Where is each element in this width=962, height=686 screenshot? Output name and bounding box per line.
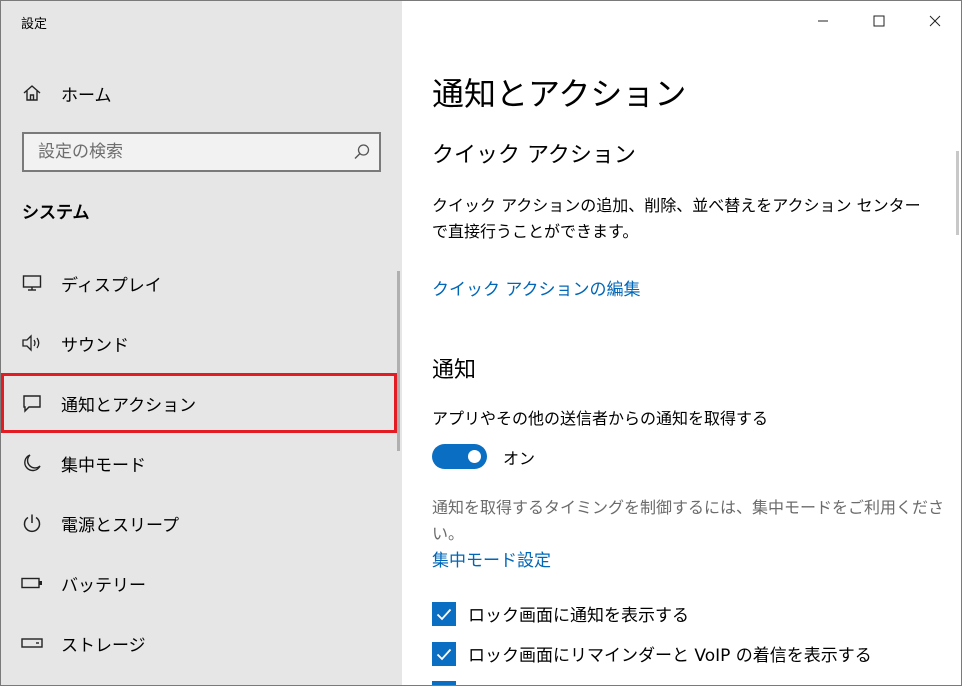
speaker-icon: [21, 332, 43, 354]
sidebar-item-display[interactable]: ディスプレイ: [1, 253, 397, 313]
sidebar-item-label: 電源とスリープ: [61, 515, 179, 536]
storage-icon: [21, 632, 43, 654]
section-title: システム: [22, 203, 90, 223]
checkbox-row[interactable]: ロック画面に通知を表示する: [432, 601, 689, 626]
sidebar-item-notifications[interactable]: 通知とアクション: [1, 373, 397, 433]
minimize-button[interactable]: [795, 1, 851, 41]
focus-assist-hint: 通知を取得するタイミングを制御するには、集中モードをご利用ください。: [432, 498, 945, 543]
checkmark-icon: [436, 648, 452, 660]
checkbox-partial[interactable]: [432, 681, 456, 685]
nav-list: ディスプレイ サウンド 通知とアクション 集中モード 電源とスリープ バッテリー…: [1, 253, 397, 673]
sidebar-item-power[interactable]: 電源とスリープ: [1, 493, 397, 553]
notification-icon: [21, 392, 43, 414]
checkbox-row-partial[interactable]: [432, 681, 468, 685]
main-content: 通知とアクション クイック アクション クイック アクションの追加、削除、並べ替…: [402, 1, 961, 685]
close-icon: [929, 15, 941, 27]
window-controls: [795, 1, 961, 41]
checkbox-lock-screen-notifications[interactable]: [432, 601, 456, 626]
home-label: ホーム: [61, 85, 112, 106]
checkbox-lock-screen-reminders[interactable]: [432, 641, 456, 666]
app-title: 設定: [21, 17, 48, 32]
sidebar-item-battery[interactable]: バッテリー: [1, 553, 397, 613]
notifications-heading: 通知: [432, 358, 477, 383]
sidebar-item-label: ストレージ: [61, 635, 146, 656]
home-icon: [21, 82, 43, 104]
checkbox-label: ロック画面にリマインダーと VoIP の着信を表示する: [468, 646, 872, 666]
close-button[interactable]: [907, 1, 961, 41]
page-title: 通知とアクション: [432, 75, 687, 113]
sidebar-item-label: 通知とアクション: [61, 395, 197, 416]
moon-icon: [21, 452, 43, 474]
home-link[interactable]: ホーム: [21, 81, 112, 106]
sidebar-item-sound[interactable]: サウンド: [1, 313, 397, 373]
sidebar-scrollbar[interactable]: [397, 271, 400, 451]
settings-window: 設定 ホーム システム ディスプレイ: [0, 0, 962, 686]
focus-assist-settings-link[interactable]: 集中モード設定: [432, 546, 551, 571]
edit-quick-actions-link[interactable]: クイック アクションの編集: [432, 275, 641, 300]
maximize-button[interactable]: [851, 1, 907, 41]
toggle-state-label: オン: [503, 448, 536, 468]
quick-actions-description: クイック アクションの追加、削除、並べ替えをアクション センターで直接行うことが…: [432, 196, 921, 241]
notifications-toggle-row: オン: [432, 444, 535, 469]
sidebar-item-storage[interactable]: ストレージ: [1, 613, 397, 673]
checkbox-label: ロック画面に通知を表示する: [468, 606, 689, 626]
checkmark-icon: [436, 608, 452, 620]
checkbox-row[interactable]: ロック画面にリマインダーと VoIP の着信を表示する: [432, 641, 872, 666]
toggle-knob: [468, 450, 481, 463]
sidebar-item-label: バッテリー: [61, 575, 146, 596]
sidebar-item-label: ディスプレイ: [61, 275, 162, 296]
search-icon[interactable]: [353, 143, 371, 161]
notifications-toggle[interactable]: [432, 444, 487, 469]
power-icon: [21, 512, 43, 534]
notifications-toggle-caption: アプリやその他の送信者からの通知を取得する: [432, 409, 769, 428]
minimize-icon: [818, 20, 828, 22]
sidebar-item-focus[interactable]: 集中モード: [1, 433, 397, 493]
main-scrollbar[interactable]: [956, 151, 959, 235]
sidebar: 設定 ホーム システム ディスプレイ: [1, 1, 402, 685]
sidebar-item-label: サウンド: [61, 335, 129, 356]
maximize-icon: [873, 15, 885, 27]
monitor-icon: [21, 272, 43, 294]
sidebar-item-label: 集中モード: [61, 455, 146, 476]
search-box[interactable]: [22, 132, 381, 172]
battery-icon: [21, 572, 43, 594]
quick-actions-heading: クイック アクション: [432, 143, 636, 168]
search-input[interactable]: [38, 142, 338, 162]
